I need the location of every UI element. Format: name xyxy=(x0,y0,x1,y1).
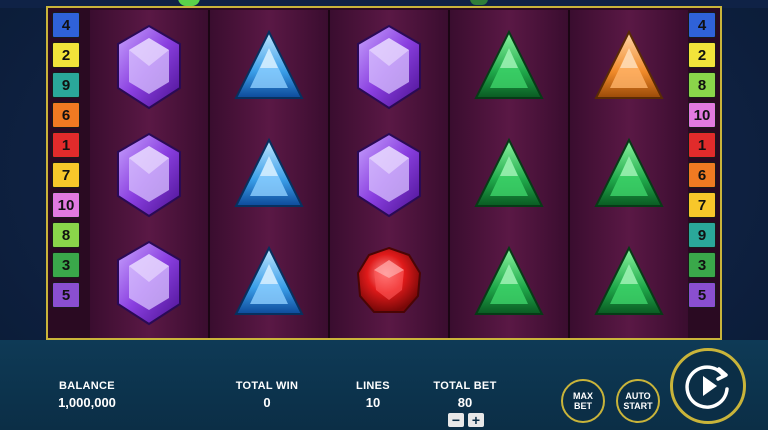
total-bet-label: TOTAL BET xyxy=(433,380,497,392)
balance: BALANCE 1,000,000 xyxy=(42,380,132,410)
payline-number[interactable]: 1 xyxy=(688,132,716,158)
max-bet-button[interactable]: MAX BET xyxy=(561,379,605,423)
max-bet-label-line2: BET xyxy=(574,401,592,411)
lines-value: 10 xyxy=(365,395,381,410)
payline-number[interactable]: 8 xyxy=(688,72,716,98)
auto-start-label-line2: START xyxy=(623,401,653,411)
payline-number[interactable]: 6 xyxy=(688,162,716,188)
payline-number[interactable]: 9 xyxy=(688,222,716,248)
total-bet-value: 80 xyxy=(457,395,473,410)
payline-number[interactable]: 1 xyxy=(52,132,80,158)
lines-label: LINES xyxy=(356,380,390,392)
total-win-label: TOTAL WIN xyxy=(235,380,299,392)
payline-number[interactable]: 7 xyxy=(52,162,80,188)
payline-number[interactable]: 2 xyxy=(688,42,716,68)
payline-number[interactable]: 4 xyxy=(688,12,716,38)
total-bet: TOTAL BET 80 xyxy=(420,380,510,410)
total-win-value: 0 xyxy=(263,395,271,410)
payline-number[interactable]: 2 xyxy=(52,42,80,68)
payline-number[interactable]: 6 xyxy=(52,102,80,128)
auto-start-button[interactable]: AUTO START xyxy=(616,379,660,423)
purple-gem-icon xyxy=(112,130,186,220)
total-win: TOTAL WIN 0 xyxy=(222,380,312,410)
payline-number[interactable]: 3 xyxy=(688,252,716,278)
spin-icon xyxy=(685,365,729,409)
green-gem-icon xyxy=(592,238,666,328)
bet-decrease-button[interactable]: − xyxy=(448,413,464,427)
reel-separator xyxy=(208,10,210,338)
max-bet-label-line1: MAX xyxy=(573,391,593,401)
purple-gem-icon xyxy=(112,22,186,112)
reel-separator xyxy=(328,10,330,338)
reels-frame xyxy=(46,6,722,340)
spin-button[interactable] xyxy=(670,348,746,424)
payline-number[interactable]: 4 xyxy=(52,12,80,38)
lines: LINES 10 xyxy=(338,380,408,410)
blue-gem-icon xyxy=(232,238,306,328)
purple-gem-icon xyxy=(352,130,426,220)
green-gem-icon xyxy=(472,22,546,112)
blue-gem-icon xyxy=(232,130,306,220)
green-gem-icon xyxy=(472,130,546,220)
payline-number[interactable]: 9 xyxy=(52,72,80,98)
reel-separator xyxy=(568,10,570,338)
title-fragment xyxy=(470,0,488,5)
payline-number[interactable]: 3 xyxy=(52,252,80,278)
green-gem-icon xyxy=(592,130,666,220)
payline-number[interactable]: 5 xyxy=(688,282,716,308)
payline-number[interactable]: 10 xyxy=(52,192,80,218)
auto-start-label-line1: AUTO xyxy=(625,391,651,401)
payline-number[interactable]: 10 xyxy=(688,102,716,128)
purple-gem-icon xyxy=(112,238,186,328)
balance-value: 1,000,000 xyxy=(58,395,116,410)
payline-number[interactable]: 7 xyxy=(688,192,716,218)
orange-gem-icon xyxy=(592,22,666,112)
balance-label: BALANCE xyxy=(59,380,115,392)
purple-gem-icon xyxy=(352,22,426,112)
payline-number[interactable]: 5 xyxy=(52,282,80,308)
green-gem-icon xyxy=(472,238,546,328)
red-gem-icon xyxy=(352,238,426,328)
bet-increase-button[interactable]: + xyxy=(468,413,484,427)
payline-number[interactable]: 8 xyxy=(52,222,80,248)
blue-gem-icon xyxy=(232,22,306,112)
reel-separator xyxy=(448,10,450,338)
